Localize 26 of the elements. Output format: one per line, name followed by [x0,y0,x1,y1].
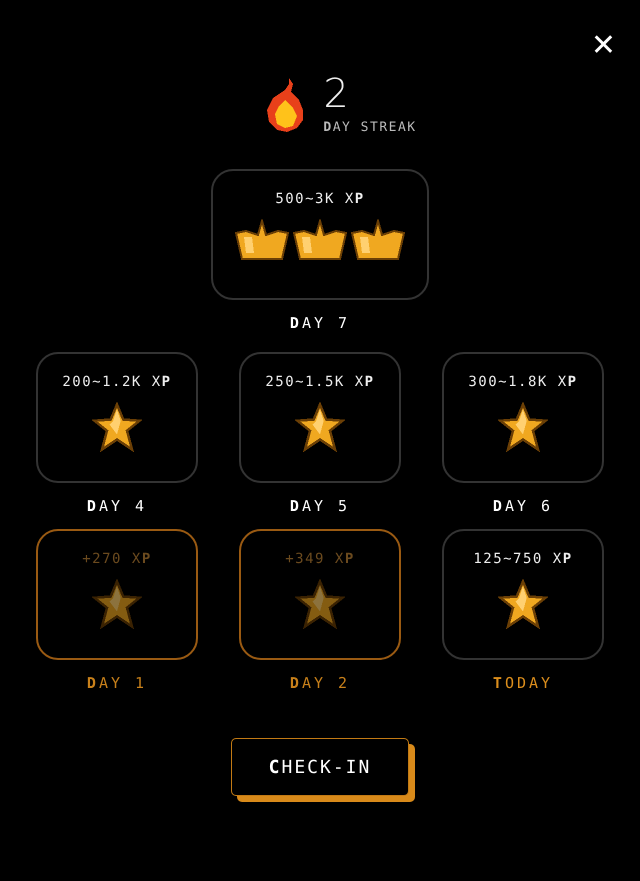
day-label: DAY 7 [290,314,350,332]
xp-range: +270 XP [82,551,152,567]
xp-range: 200~1.2K XP [62,374,172,390]
star-icon [498,402,548,452]
star-icon [92,579,142,629]
star-icon [92,402,142,452]
day-label: DAY 4 [86,497,148,515]
flame-icon [267,78,306,132]
crown-icon [234,219,290,263]
crown-icon [292,219,348,263]
xp-range: 250~1.5K XP [265,374,375,390]
close-button[interactable]: ✕ [590,22,616,70]
streak-count: 2 [323,74,350,114]
day-label: DAY 5 [290,497,350,515]
crown-icon [350,219,406,263]
day-label: DAY 1 [86,674,148,692]
day-label: DAY 2 [290,674,350,692]
streak-label: DAY STREAK [323,120,417,135]
xp-range: 500~3K XP [275,191,365,207]
xp-range: 300~1.8K XP [468,374,578,390]
star-icon [295,579,345,629]
star-icon [295,402,345,452]
xp-range: 125~750 XP [473,551,573,567]
star-icon [498,579,548,629]
xp-range: +349 XP [285,551,355,567]
day-label: DAY 6 [492,497,554,515]
